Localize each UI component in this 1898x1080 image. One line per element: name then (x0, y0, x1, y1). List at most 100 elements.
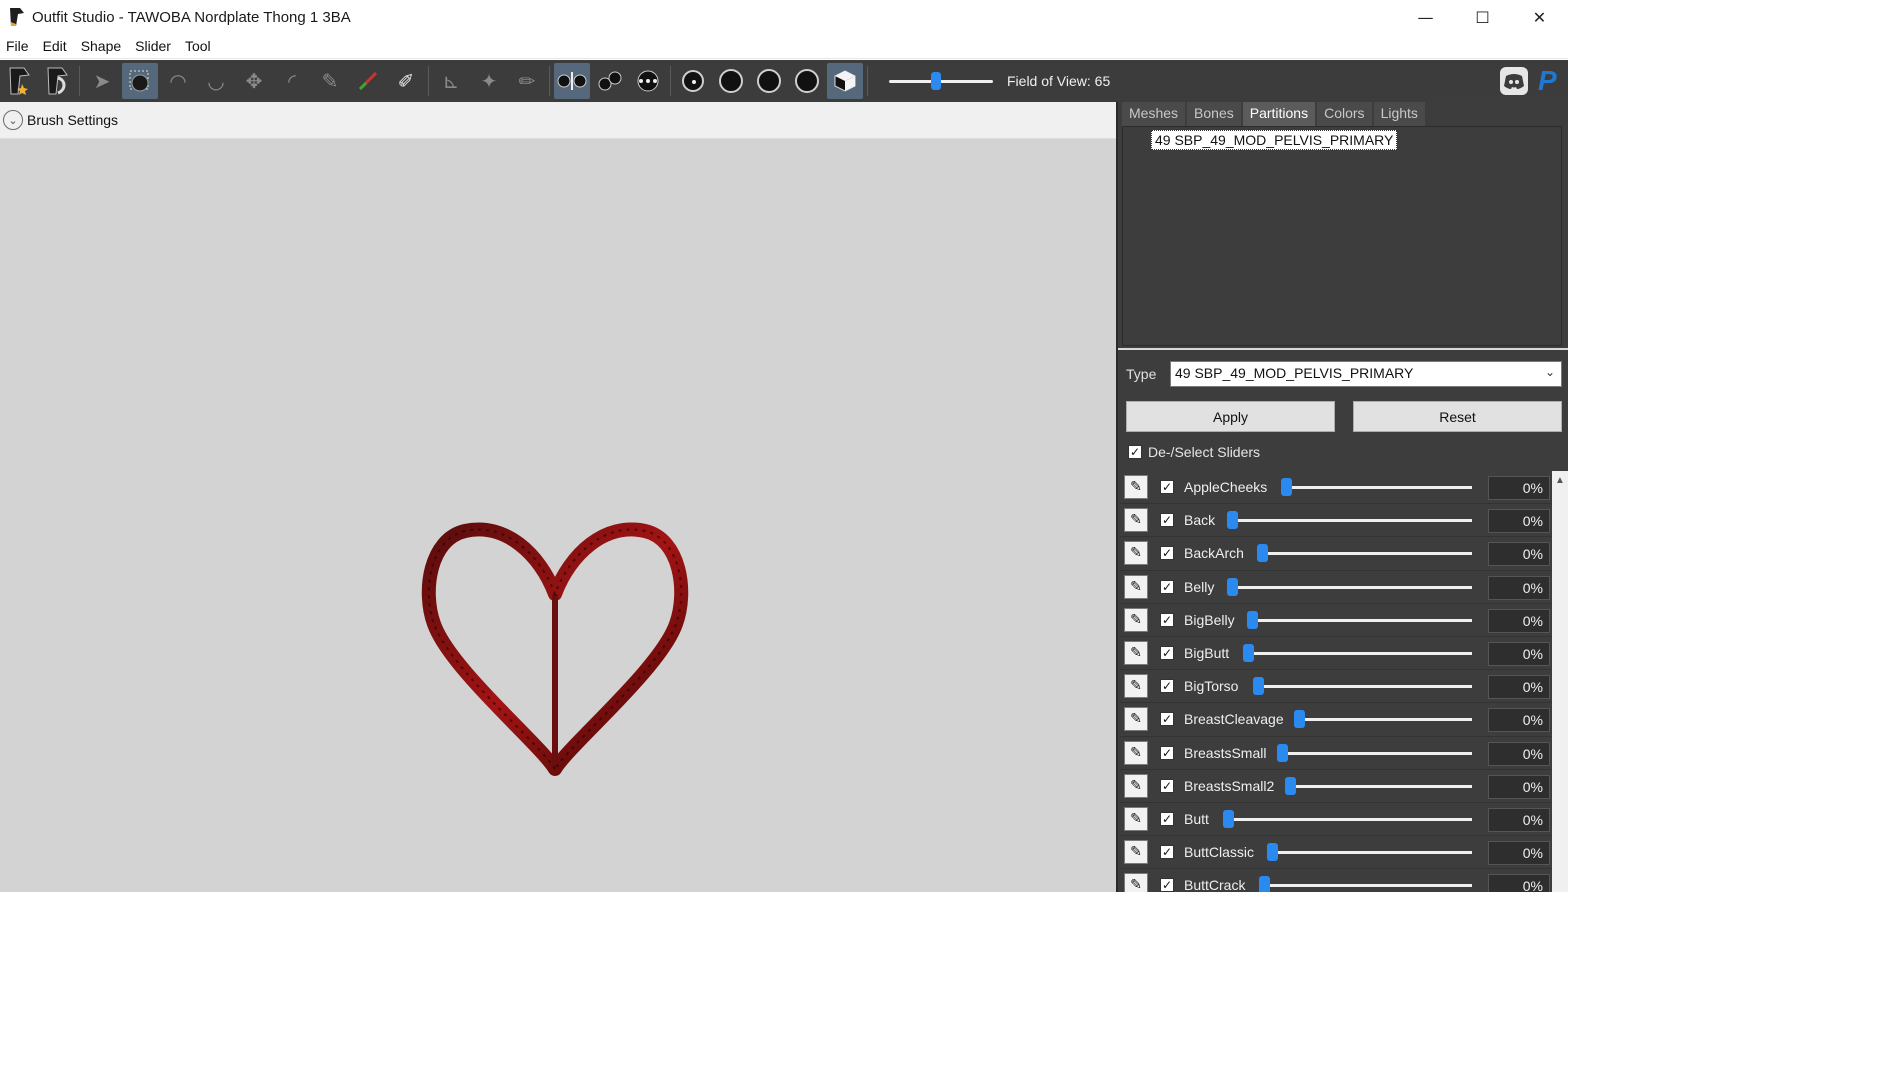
3d-viewport[interactable] (0, 139, 1116, 892)
field-of-view-slider[interactable] (889, 71, 993, 91)
slider-checkbox[interactable]: ✓ (1160, 480, 1174, 495)
pencil-icon[interactable]: ✎ (1124, 574, 1148, 599)
slider-thumb[interactable] (1247, 610, 1258, 629)
deflate-icon[interactable]: ◡ (198, 63, 234, 99)
tab-bones[interactable]: Bones (1187, 102, 1241, 126)
field-of-view-thumb[interactable] (931, 72, 941, 90)
minimize-button[interactable]: — (1397, 0, 1454, 34)
slider-track[interactable] (1285, 486, 1472, 489)
tab-colors[interactable]: Colors (1317, 102, 1372, 126)
slider-track[interactable] (1251, 618, 1472, 622)
slider-value[interactable]: 0% (1488, 542, 1550, 567)
slider-thumb[interactable] (1259, 876, 1270, 892)
tab-lights[interactable]: Lights (1373, 102, 1425, 126)
discord-icon[interactable] (1500, 67, 1528, 95)
slider-value[interactable]: 0% (1488, 841, 1550, 866)
slider-track[interactable] (1261, 552, 1472, 556)
pencil-icon[interactable]: ✎ (1124, 707, 1148, 732)
slider-track[interactable] (1271, 851, 1472, 855)
inflate-icon[interactable]: ◠ (160, 63, 196, 99)
pencil-icon[interactable]: ✎ (1124, 840, 1148, 865)
shading-1-icon[interactable] (675, 63, 711, 99)
brush-settings-label[interactable]: Brush Settings (27, 112, 118, 128)
tab-partitions[interactable]: Partitions (1242, 102, 1316, 126)
slider-checkbox[interactable]: ✓ (1160, 845, 1174, 860)
connected-icon[interactable] (592, 63, 628, 99)
slider-checkbox[interactable]: ✓ (1160, 745, 1174, 760)
pencil-icon[interactable]: ✎ (1124, 773, 1148, 798)
paypal-icon[interactable]: P (1538, 66, 1562, 96)
slider-checkbox[interactable]: ✓ (1160, 546, 1174, 561)
move-icon[interactable]: ✥ (236, 63, 272, 99)
slider-value[interactable]: 0% (1488, 608, 1550, 633)
slider-thumb[interactable] (1267, 843, 1278, 862)
slider-value[interactable]: 0% (1488, 641, 1550, 666)
pencil-icon[interactable]: ✎ (1124, 475, 1148, 500)
slider-thumb[interactable] (1257, 544, 1268, 563)
slider-checkbox[interactable]: ✓ (1160, 646, 1174, 661)
slider-track[interactable] (1227, 817, 1472, 821)
slider-track[interactable] (1257, 685, 1472, 689)
slider-track[interactable] (1263, 884, 1472, 888)
pencil-icon[interactable]: ✎ (1124, 607, 1148, 632)
scroll-up-icon[interactable]: ▲ (1555, 475, 1565, 486)
slider-thumb[interactable] (1227, 511, 1238, 530)
slider-thumb[interactable] (1281, 478, 1292, 496)
slider-thumb[interactable] (1227, 577, 1238, 596)
slider-value[interactable]: 0% (1488, 741, 1550, 766)
pencil-icon[interactable]: ✎ (1124, 508, 1148, 533)
reset-button[interactable]: Reset (1353, 401, 1562, 432)
shading-4-icon[interactable] (789, 63, 825, 99)
apply-button[interactable]: Apply (1126, 401, 1335, 432)
slider-value[interactable]: 0% (1488, 476, 1550, 500)
partition-type-select[interactable]: 49 SBP_49_MOD_PELVIS_PRIMARY ⌄ (1170, 361, 1562, 387)
slider-value[interactable]: 0% (1488, 509, 1550, 534)
slider-track[interactable] (1247, 651, 1472, 655)
slider-thumb[interactable] (1285, 776, 1296, 795)
slider-track[interactable] (1231, 519, 1472, 523)
shading-3-icon[interactable] (751, 63, 787, 99)
slider-checkbox[interactable]: ✓ (1160, 811, 1174, 826)
pencil-icon[interactable]: ✎ (1124, 740, 1148, 765)
slider-checkbox[interactable]: ✓ (1160, 712, 1174, 727)
deselect-sliders-checkbox[interactable]: ✓ (1128, 445, 1142, 459)
slider-thumb[interactable] (1277, 743, 1288, 762)
slider-checkbox[interactable]: ✓ (1160, 612, 1174, 627)
slider-checkbox[interactable]: ✓ (1160, 513, 1174, 528)
partition-list[interactable]: 49 SBP_49_MOD_PELVIS_PRIMARY (1122, 126, 1562, 346)
vertex-edit-icon[interactable]: ✏ (509, 63, 545, 99)
transform-icon[interactable]: ⊾ (433, 63, 469, 99)
menu-tool[interactable]: Tool (179, 38, 219, 54)
slider-checkbox[interactable]: ✓ (1160, 579, 1174, 594)
chevron-down-icon[interactable]: ⌄ (3, 110, 23, 130)
texture-cube-icon[interactable] (827, 63, 863, 99)
slider-thumb[interactable] (1253, 677, 1264, 696)
partition-item[interactable]: 49 SBP_49_MOD_PELVIS_PRIMARY (1151, 130, 1398, 150)
mirror-icon[interactable] (554, 63, 590, 99)
menu-slider[interactable]: Slider (129, 38, 179, 54)
close-button[interactable]: ✕ (1511, 0, 1568, 34)
smooth-icon[interactable]: ◜ (274, 63, 310, 99)
mask-icon[interactable] (122, 63, 158, 99)
pencil-icon[interactable]: ✎ (1124, 641, 1148, 666)
pencil-icon[interactable]: ✎ (1124, 806, 1148, 831)
pencil-icon[interactable]: ✎ (1124, 674, 1148, 699)
slider-value[interactable]: 0% (1488, 708, 1550, 733)
slider-value[interactable]: 0% (1488, 874, 1550, 892)
slider-thumb[interactable] (1223, 809, 1234, 828)
panel-splitter[interactable] (1118, 348, 1568, 350)
slider-thumb[interactable] (1294, 710, 1305, 729)
outfit-studio-icon[interactable] (1, 63, 37, 99)
menu-shape[interactable]: Shape (75, 38, 129, 54)
slider-track[interactable] (1281, 751, 1472, 755)
slider-value[interactable]: 0% (1488, 675, 1550, 700)
pencil-icon[interactable]: ✎ (1124, 873, 1148, 892)
bodyslide-icon[interactable] (39, 63, 75, 99)
select-icon[interactable]: ➤ (84, 63, 120, 99)
slider-list-scrollbar[interactable]: ▲ (1552, 471, 1568, 892)
points-icon[interactable] (630, 63, 666, 99)
menu-file[interactable]: File (0, 38, 37, 54)
alpha-icon[interactable]: ✐ (388, 63, 424, 99)
slider-value[interactable]: 0% (1488, 575, 1550, 600)
color-icon[interactable] (350, 63, 386, 99)
